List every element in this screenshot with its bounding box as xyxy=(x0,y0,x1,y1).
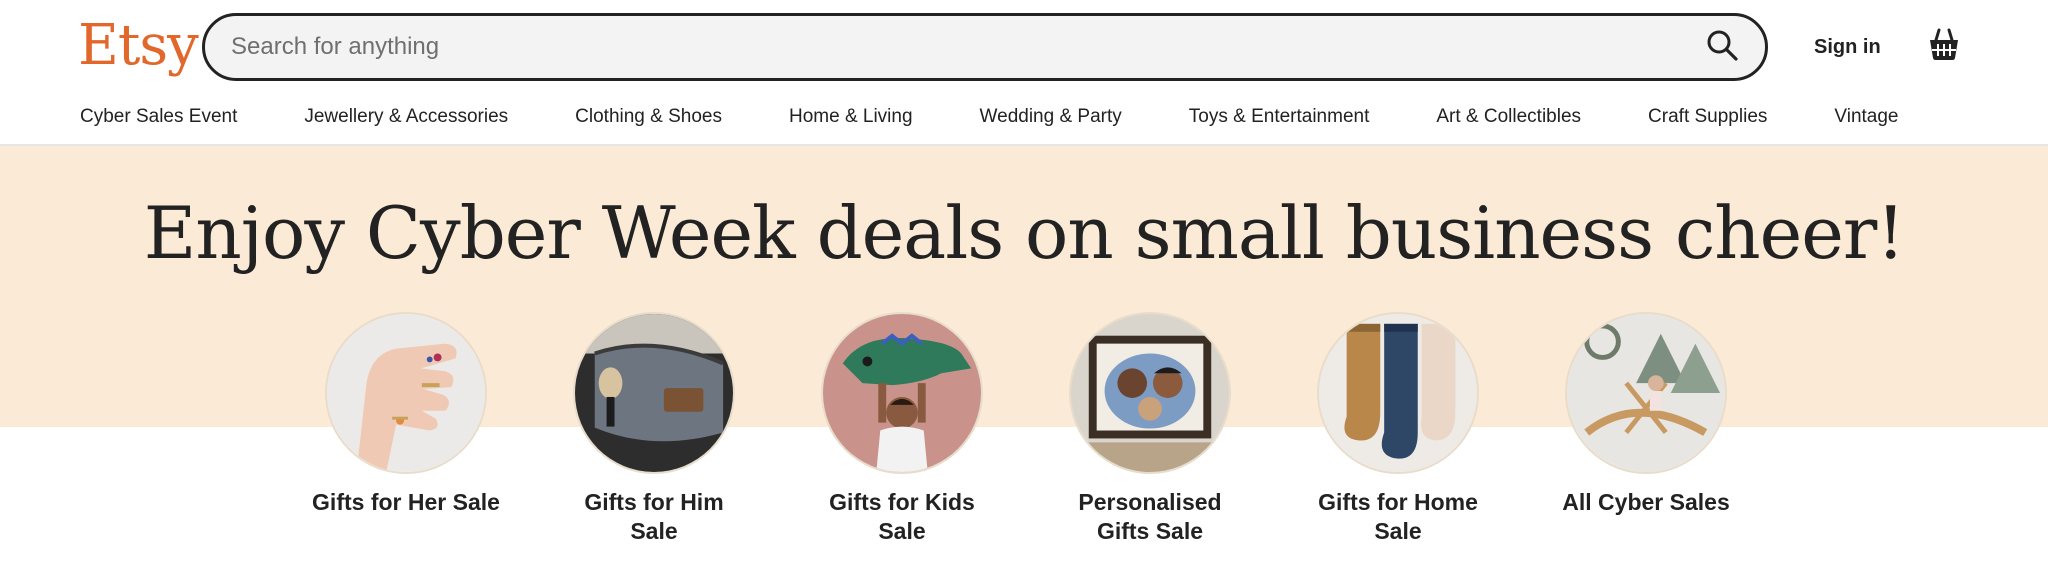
category-label[interactable]: Gifts for Home Sale xyxy=(1303,488,1493,546)
category-all-cyber-sales[interactable]: All Cyber Sales xyxy=(1562,312,1730,546)
search-icon xyxy=(1705,28,1739,67)
category-gifts-for-home[interactable]: Gifts for Home Sale xyxy=(1317,312,1479,546)
nav-item-clothing-shoes[interactable]: Clothing & Shoes xyxy=(575,100,722,134)
nav-item-vintage[interactable]: Vintage xyxy=(1834,100,1898,134)
etsy-logo[interactable]: Etsy xyxy=(78,10,199,82)
cart-button[interactable] xyxy=(1924,24,1964,68)
nav-item-toys-entertainment[interactable]: Toys & Entertainment xyxy=(1189,100,1370,134)
nav-item-home-living[interactable]: Home & Living xyxy=(789,100,913,134)
category-image-christmas-stockings[interactable] xyxy=(1317,312,1479,474)
nav-item-jewellery-accessories[interactable]: Jewellery & Accessories xyxy=(304,100,508,134)
category-image-child-with-dinosaur-toy[interactable] xyxy=(821,312,983,474)
nav-item-art-collectibles[interactable]: Art & Collectibles xyxy=(1436,100,1581,134)
category-label[interactable]: Personalised Gifts Sale xyxy=(1055,488,1245,546)
site-header: Etsy Sign in Cyber Sales Event Jewellery… xyxy=(0,0,2048,146)
category-label[interactable]: Gifts for Kids Sale xyxy=(807,488,997,546)
search-button[interactable] xyxy=(1697,22,1747,72)
category-label[interactable]: All Cyber Sales xyxy=(1551,488,1741,517)
search-input[interactable] xyxy=(231,16,1671,78)
nav-item-wedding-party[interactable]: Wedding & Party xyxy=(980,100,1122,134)
category-image-grey-toiletry-bag[interactable] xyxy=(573,312,735,474)
category-personalised-gifts[interactable]: Personalised Gifts Sale xyxy=(1069,312,1231,546)
nav-item-cyber-sales-event[interactable]: Cyber Sales Event xyxy=(80,100,237,134)
category-image-wooden-play-furniture[interactable] xyxy=(1565,312,1727,474)
nav-item-craft-supplies[interactable]: Craft Supplies xyxy=(1648,100,1767,134)
category-gifts-for-her[interactable]: Gifts for Her Sale xyxy=(312,312,500,546)
category-label[interactable]: Gifts for Her Sale xyxy=(311,488,501,517)
category-nav: Cyber Sales Event Jewellery & Accessorie… xyxy=(80,100,1899,134)
search-bar[interactable] xyxy=(202,13,1768,81)
category-gifts-for-him[interactable]: Gifts for Him Sale xyxy=(573,312,735,546)
category-image-hand-with-rings[interactable] xyxy=(325,312,487,474)
hero-title: Enjoy Cyber Week deals on small business… xyxy=(143,191,1905,275)
gift-category-list: Gifts for Her Sale Gifts for Him Sale Gi… xyxy=(312,312,1730,546)
sign-in-link[interactable]: Sign in xyxy=(1814,30,1881,64)
category-gifts-for-kids[interactable]: Gifts for Kids Sale xyxy=(821,312,983,546)
category-image-family-portrait-illustration[interactable] xyxy=(1069,312,1231,474)
shopping-basket-icon xyxy=(1927,26,1961,67)
category-label[interactable]: Gifts for Him Sale xyxy=(559,488,749,546)
